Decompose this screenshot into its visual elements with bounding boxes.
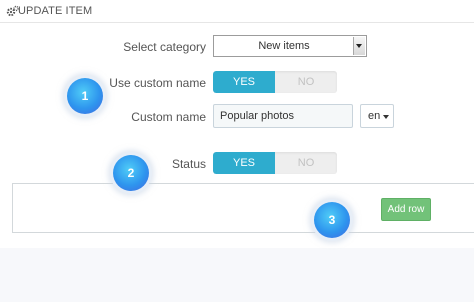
use-custom-name-no[interactable]: NO	[275, 71, 337, 93]
custom-name-input[interactable]	[213, 104, 353, 128]
use-custom-name-label: Use custom name	[109, 76, 206, 90]
update-item-panel: UPDATE ITEM Select category New items Us…	[0, 0, 474, 248]
panel-header: UPDATE ITEM	[0, 0, 474, 23]
status-yes[interactable]: YES	[213, 152, 275, 174]
step-badge-1: 1	[67, 78, 103, 114]
status-no[interactable]: NO	[275, 152, 337, 174]
custom-name-label: Custom name	[131, 110, 206, 124]
step-badge-3: 3	[314, 202, 350, 238]
add-row-button[interactable]: Add row	[381, 198, 431, 221]
chevron-down-icon	[356, 44, 362, 48]
language-dropdown[interactable]: en	[360, 104, 394, 128]
panel-title: UPDATE ITEM	[18, 5, 93, 17]
status-label: Status	[171, 157, 206, 171]
caret-down-icon	[383, 115, 389, 119]
status-toggle[interactable]: YES NO	[213, 152, 337, 174]
dropdown-arrow-button[interactable]	[353, 37, 365, 55]
category-select[interactable]: New items	[213, 35, 367, 57]
language-code: en	[368, 110, 381, 122]
category-select-value: New items	[258, 40, 310, 52]
step-badge-2: 2	[113, 155, 149, 191]
use-custom-name-toggle[interactable]: YES NO	[213, 71, 337, 93]
category-label: Select category	[123, 40, 206, 54]
use-custom-name-yes[interactable]: YES	[213, 71, 275, 93]
